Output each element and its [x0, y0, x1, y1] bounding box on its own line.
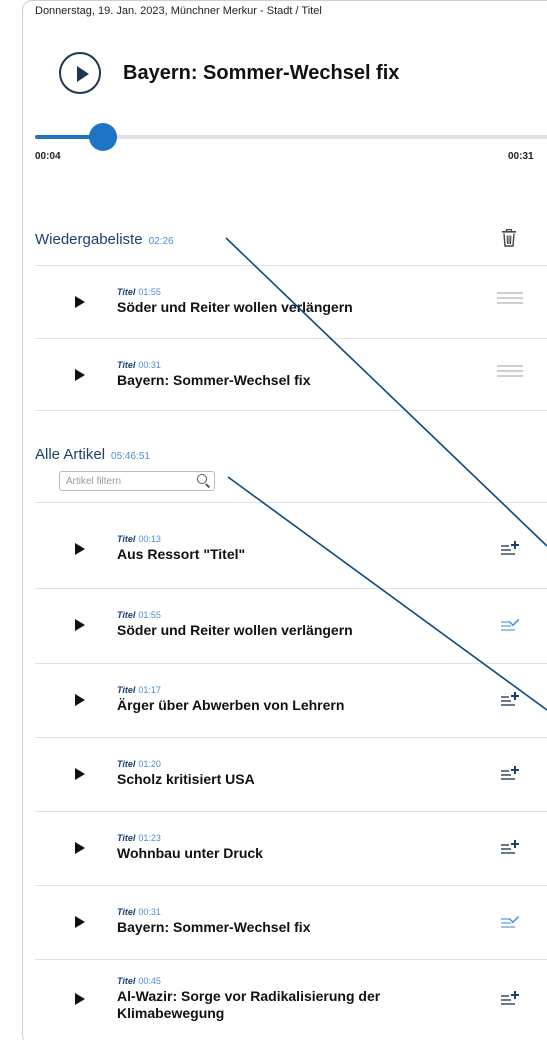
drag-handle-icon[interactable] — [497, 365, 523, 377]
article-item[interactable]: Titel 01:20 Scholz kritisiert USA — [35, 738, 547, 810]
item-duration: 01:23 — [138, 833, 161, 843]
article-item[interactable]: Titel 00:31 Bayern: Sommer-Wechsel fix — [35, 886, 547, 958]
article-item[interactable]: Titel 01:23 Wohnbau unter Druck — [35, 812, 547, 884]
player-play-button[interactable] — [59, 52, 101, 94]
item-title: Scholz kritisiert USA — [117, 771, 255, 787]
articles-heading: Alle Artikel 05:46:51 — [35, 446, 150, 463]
play-icon[interactable] — [75, 694, 85, 706]
item-category: Titel — [117, 685, 136, 695]
item-category: Titel — [117, 287, 136, 297]
play-icon[interactable] — [75, 842, 85, 854]
play-icon[interactable] — [75, 993, 85, 1005]
added-to-playlist-icon[interactable] — [501, 912, 521, 930]
item-title: Bayern: Sommer-Wechsel fix — [117, 372, 311, 388]
play-icon[interactable] — [75, 296, 85, 308]
divider — [35, 410, 547, 411]
play-icon[interactable] — [75, 619, 85, 631]
item-title: Ärger über Abwerben von Lehrern — [117, 697, 345, 713]
articles-total-time: 05:46:51 — [111, 451, 150, 462]
dateline: Donnerstag, 19. Jan. 2023, Münchner Merk… — [35, 5, 322, 17]
article-filter-input[interactable] — [59, 471, 215, 491]
total-time: 00:31 — [508, 151, 534, 162]
item-category: Titel — [117, 759, 136, 769]
current-time: 00:04 — [35, 151, 61, 162]
player-title: Bayern: Sommer-Wechsel fix — [123, 62, 400, 84]
play-icon[interactable] — [75, 768, 85, 780]
item-title: Aus Ressort "Titel" — [117, 546, 246, 562]
trash-icon[interactable] — [501, 229, 517, 247]
item-duration: 01:55 — [138, 610, 161, 620]
item-category: Titel — [117, 907, 136, 917]
item-duration: 00:45 — [138, 976, 161, 986]
play-icon — [77, 66, 89, 82]
add-to-playlist-icon[interactable] — [501, 991, 521, 1007]
item-duration: 00:31 — [138, 360, 161, 370]
play-icon[interactable] — [75, 369, 85, 381]
playlist-title: Wiedergabeliste — [35, 231, 143, 248]
search-icon[interactable] — [197, 474, 211, 488]
article-item[interactable]: Titel 00:45 Al-Wazir: Sorge vor Radikalis… — [35, 960, 547, 1040]
item-title: Wohnbau unter Druck — [117, 845, 263, 861]
added-to-playlist-icon[interactable] — [501, 615, 521, 633]
item-duration: 00:31 — [138, 907, 161, 917]
item-category: Titel — [117, 610, 136, 620]
item-duration: 01:55 — [138, 287, 161, 297]
divider — [35, 502, 547, 503]
item-title: Al-Wazir: Sorge vor Radikalisierung der … — [117, 988, 381, 1021]
item-title: Söder und Reiter wollen verlängern — [117, 299, 353, 315]
article-item[interactable]: Titel 01:17 Ärger über Abwerben von Lehre… — [35, 664, 547, 736]
item-category: Titel — [117, 833, 136, 843]
add-to-playlist-icon[interactable] — [501, 692, 521, 708]
item-category: Titel — [117, 360, 136, 370]
articles-title: Alle Artikel — [35, 446, 106, 463]
add-to-playlist-icon[interactable] — [501, 766, 521, 782]
item-title: Bayern: Sommer-Wechsel fix — [117, 919, 311, 935]
item-duration: 00:13 — [138, 534, 161, 544]
item-category: Titel — [117, 534, 136, 544]
play-icon[interactable] — [75, 543, 85, 555]
playlist-total-time: 02:26 — [148, 236, 174, 247]
item-duration: 01:20 — [138, 759, 161, 769]
article-item[interactable]: Titel 00:13 Aus Ressort "Titel" — [35, 513, 547, 585]
add-to-playlist-icon[interactable] — [501, 541, 521, 557]
item-duration: 01:17 — [138, 685, 161, 695]
add-to-playlist-icon[interactable] — [501, 840, 521, 856]
article-item[interactable]: Titel 01:55 Söder und Reiter wollen verlä… — [35, 589, 547, 661]
playlist-item[interactable]: Titel 00:31 Bayern: Sommer-Wechsel fix — [35, 339, 547, 411]
progress-thumb[interactable] — [89, 123, 118, 151]
playlist-heading: Wiedergabeliste 02:26 — [35, 231, 174, 248]
drag-handle-icon[interactable] — [497, 292, 523, 304]
item-title: Söder und Reiter wollen verlängern — [117, 622, 353, 638]
play-icon[interactable] — [75, 916, 85, 928]
app-frame: Donnerstag, 19. Jan. 2023, Münchner Merk… — [22, 0, 547, 1040]
playlist-item[interactable]: Titel 01:55 Söder und Reiter wollen verlä… — [35, 266, 547, 338]
item-category: Titel — [117, 976, 136, 986]
